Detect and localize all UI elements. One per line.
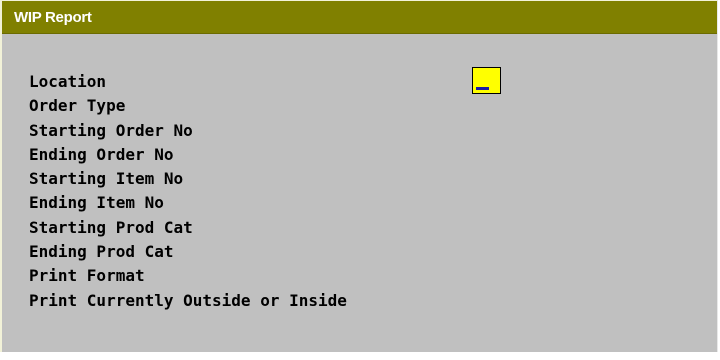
label-order-type: Order Type [29,96,126,116]
form-labels: Location Order Type Starting Order No En… [29,70,347,313]
label-ending-item-no: Ending Item No [29,193,164,213]
window-title: WIP Report [14,9,92,26]
text-cursor [476,87,489,90]
label-starting-prod-cat: Starting Prod Cat [29,217,193,237]
titlebar: WIP Report [2,1,717,34]
label-ending-order-no: Ending Order No [29,144,174,164]
label-print-currently-outside-or-inside: Print Currently Outside or Inside [29,290,347,310]
label-starting-item-no: Starting Item No [29,169,184,189]
label-location: Location [29,72,107,91]
label-ending-prod-cat: Ending Prod Cat [29,242,174,262]
label-print-format: Print Format [29,266,145,286]
wip-report-window: WIP Report Location Order Type Starting … [0,0,718,352]
label-starting-order-no: Starting Order No [29,120,193,140]
location-input[interactable] [472,67,501,94]
